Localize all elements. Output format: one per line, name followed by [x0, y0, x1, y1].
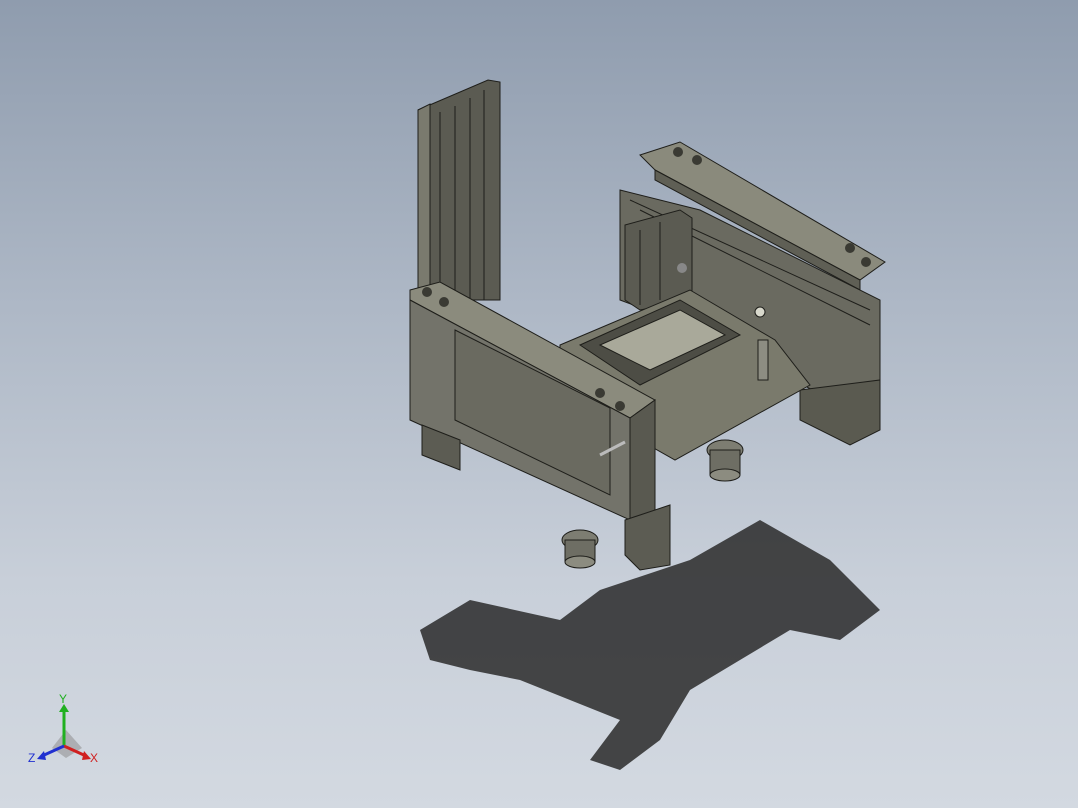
y-axis-label: Y	[59, 692, 67, 706]
graphics-viewport[interactable]: Y X Z	[0, 0, 1078, 808]
z-axis-label: Z	[28, 751, 35, 765]
x-axis-label: X	[90, 751, 98, 765]
cad-model-view[interactable]	[0, 0, 1078, 808]
orientation-triad: Y X Z	[28, 692, 98, 765]
z-axis-arrow	[37, 751, 46, 760]
left-vertical-extrusion	[417, 79, 501, 301]
